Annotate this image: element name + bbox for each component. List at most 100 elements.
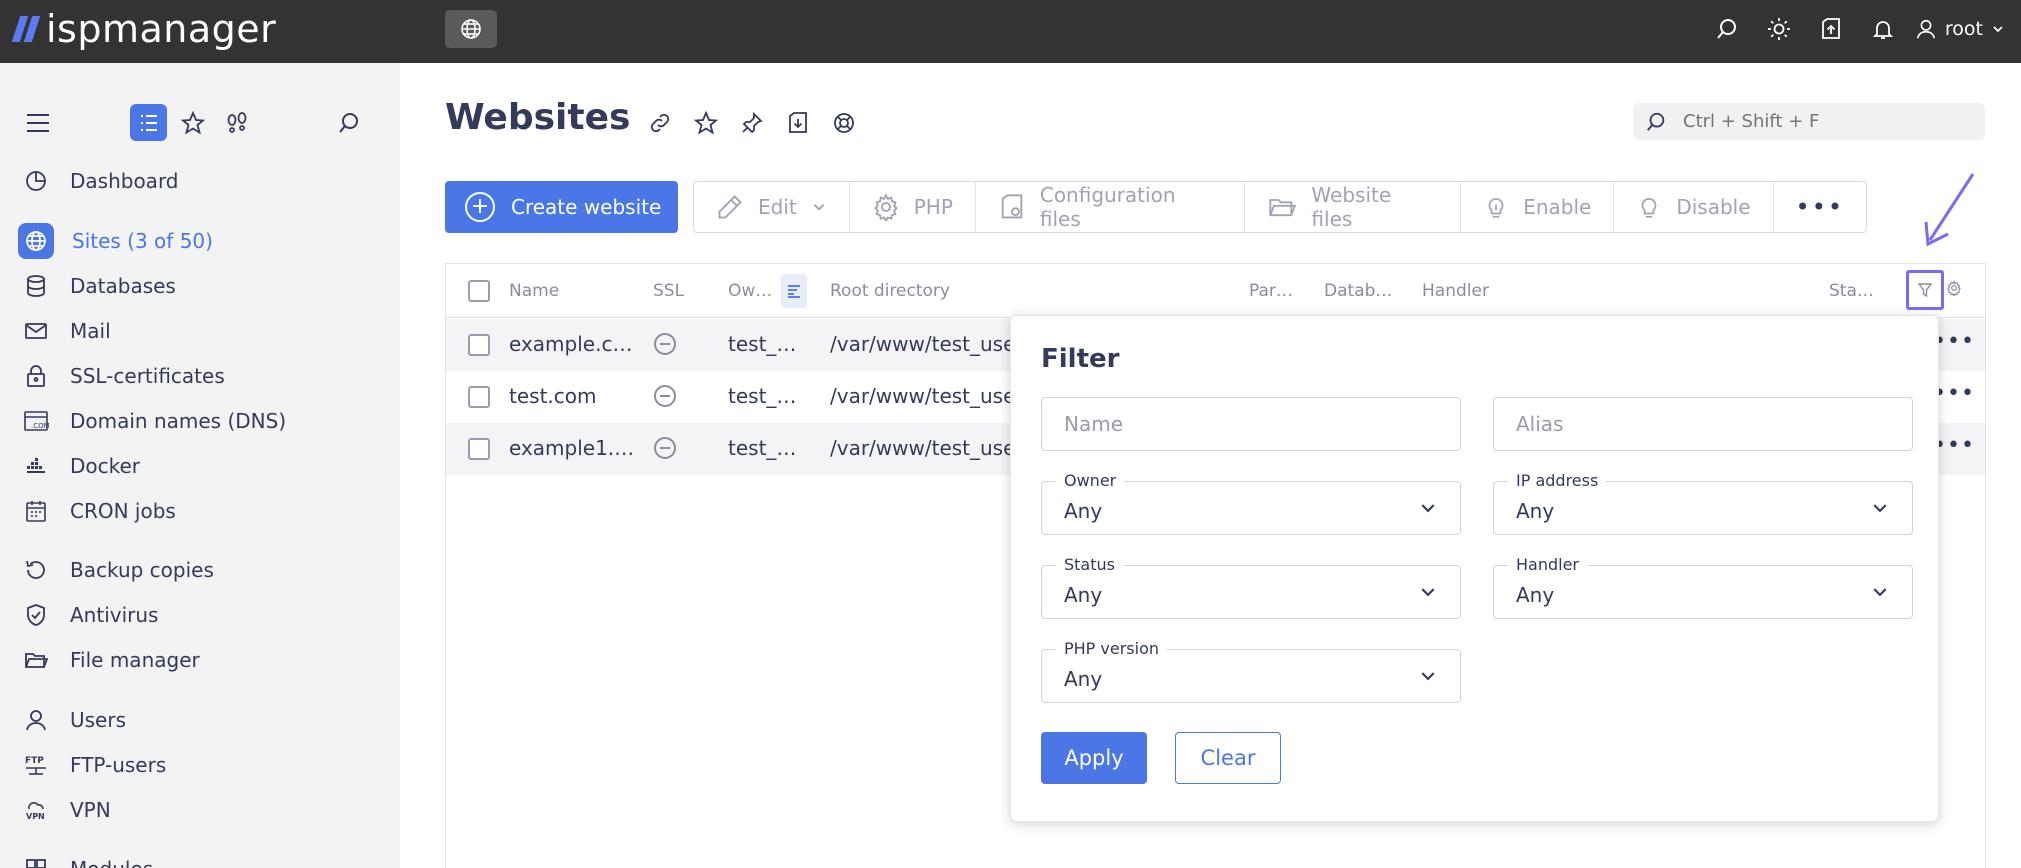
filter-owner-select[interactable]: Owner Any [1041, 471, 1461, 535]
sidebar-item-vpn[interactable]: VPN VPN [16, 790, 386, 830]
sidebar-item-mail[interactable]: Mail [16, 311, 386, 351]
sidebar-item-label: Docker [70, 454, 141, 478]
cell-name: example.c… [509, 332, 633, 356]
column-parent[interactable]: Par… [1249, 281, 1293, 301]
sort-indicator[interactable] [781, 274, 807, 308]
table-search[interactable] [1633, 103, 1985, 140]
row-more-button[interactable]: ••• [1933, 329, 1975, 354]
column-owner[interactable]: Ow… [728, 281, 772, 301]
sidebar-item-backup[interactable]: Backup copies [16, 550, 386, 590]
favorites-button[interactable] [173, 101, 213, 145]
sidebar: Dashboard Sites (3 of 50) Databases Mail… [0, 63, 400, 868]
theme-toggle-button[interactable] [1753, 9, 1805, 49]
configuration-files-label: Configuration files [1039, 183, 1176, 231]
sidebar-item-ssl-certificates[interactable]: SSL-certificates [16, 356, 386, 396]
row-checkbox[interactable] [468, 334, 490, 356]
sidebar-item-ftp-users[interactable]: FTP FTP-users [16, 745, 386, 785]
sidebar-item-file-manager[interactable]: File manager [16, 640, 386, 680]
sidebar-item-antivirus[interactable]: Antivirus [16, 595, 386, 635]
row-more-button[interactable]: ••• [1933, 381, 1975, 406]
sidebar-item-label: Domain names (DNS) [70, 409, 287, 433]
menu-toggle-button[interactable] [18, 101, 58, 145]
app-logo[interactable]: ispmanager [11, 4, 276, 54]
filter-apply-button[interactable]: Apply [1041, 732, 1147, 784]
more-actions-button[interactable]: ••• [1774, 181, 1866, 233]
ssl-none-icon [654, 333, 676, 355]
filter-handler-select[interactable]: Handler Any [1493, 555, 1913, 619]
global-search-button[interactable] [1701, 9, 1753, 49]
edit-button[interactable]: Edit [694, 181, 850, 233]
filter-alias-input[interactable] [1516, 412, 1886, 436]
sidebar-item-dns[interactable]: .COM Domain names (DNS) [16, 401, 386, 441]
sidebar-item-dashboard[interactable]: Dashboard [16, 161, 386, 201]
filter-button[interactable] [1906, 270, 1944, 310]
lightbulb-off-icon [1642, 198, 1657, 218]
menu-search-button[interactable] [329, 101, 369, 145]
row-more-button[interactable]: ••• [1933, 433, 1975, 458]
select-all-checkbox[interactable] [468, 280, 490, 302]
table-settings-button[interactable] [1946, 279, 1962, 301]
column-handler[interactable]: Handler [1422, 281, 1489, 301]
recent-steps-button[interactable] [217, 101, 257, 145]
sidebar-item-databases[interactable]: Databases [16, 266, 386, 306]
filter-alias-field[interactable] [1493, 397, 1913, 451]
sidebar-item-cron[interactable]: CRON jobs [16, 491, 386, 531]
cell-root: /var/www/test_use [830, 384, 1016, 408]
globe-icon [18, 223, 54, 259]
column-status[interactable]: Sta… [1829, 281, 1874, 301]
enable-button[interactable]: Enable [1461, 181, 1615, 233]
help-button[interactable] [824, 103, 864, 143]
column-root-directory[interactable]: Root directory [830, 281, 950, 301]
filter-name-field[interactable] [1041, 397, 1461, 451]
chevron-down-icon [1873, 504, 1887, 513]
sort-icon [788, 285, 800, 298]
chevron-down-icon [813, 204, 824, 211]
sidebar-item-docker[interactable]: Docker [16, 446, 386, 486]
filter-status-select[interactable]: Status Any [1041, 555, 1461, 619]
disable-button[interactable]: Disable [1614, 181, 1774, 233]
sidebar-item-modules[interactable]: Modules [16, 849, 386, 868]
website-files-button[interactable]: Website files [1245, 181, 1462, 233]
sidebar-item-users[interactable]: Users [16, 700, 386, 740]
language-globe-button[interactable] [445, 10, 497, 48]
filter-php-select[interactable]: PHP version Any [1041, 639, 1461, 703]
sidebar-item-sites[interactable]: Sites (3 of 50) [16, 221, 386, 261]
export-button[interactable] [778, 103, 818, 143]
enable-label: Enable [1523, 195, 1592, 219]
backup-icon [16, 550, 56, 590]
chevron-down-icon [1421, 588, 1435, 597]
filter-php-value: Any [1064, 667, 1103, 691]
column-databases[interactable]: Datab… [1324, 281, 1392, 301]
filter-status-label: Status [1056, 555, 1123, 574]
php-button[interactable]: PHP [850, 181, 976, 233]
filter-clear-button[interactable]: Clear [1175, 732, 1281, 784]
column-ssl[interactable]: SSL [653, 281, 684, 301]
user-icon [1916, 19, 1935, 39]
gear-icon [873, 193, 898, 221]
link-icon [650, 113, 670, 133]
annotation-arrow-icon [1924, 173, 1975, 247]
copy-link-button[interactable] [640, 103, 680, 143]
cell-root: /var/www/test_use [830, 332, 1016, 356]
filter-php-label: PHP version [1056, 639, 1168, 658]
sidebar-item-label: VPN [70, 798, 111, 822]
filter-icon [1917, 283, 1933, 298]
filter-ip-select[interactable]: IP address Any [1493, 471, 1913, 535]
notifications-button[interactable] [1857, 9, 1909, 49]
create-website-label: Create website [511, 195, 662, 219]
configuration-files-button[interactable]: Configuration files [976, 181, 1246, 233]
filter-name-input[interactable] [1064, 412, 1434, 436]
search-input[interactable] [1683, 111, 1963, 132]
user-menu[interactable]: root [1915, 18, 2005, 40]
hamburger-icon [27, 114, 49, 132]
filter-panel: Filter Owner Any IP address Any Status A… [1010, 315, 1939, 822]
row-checkbox[interactable] [468, 438, 490, 460]
create-website-button[interactable]: + Create website [445, 181, 678, 233]
menu-list-view-button[interactable] [130, 104, 167, 141]
pin-button[interactable] [732, 103, 772, 143]
row-checkbox[interactable] [468, 386, 490, 408]
upload-button[interactable] [1805, 9, 1857, 49]
add-favorite-button[interactable] [686, 103, 726, 143]
sidebar-item-label: SSL-certificates [70, 364, 225, 388]
column-name[interactable]: Name [509, 281, 559, 301]
